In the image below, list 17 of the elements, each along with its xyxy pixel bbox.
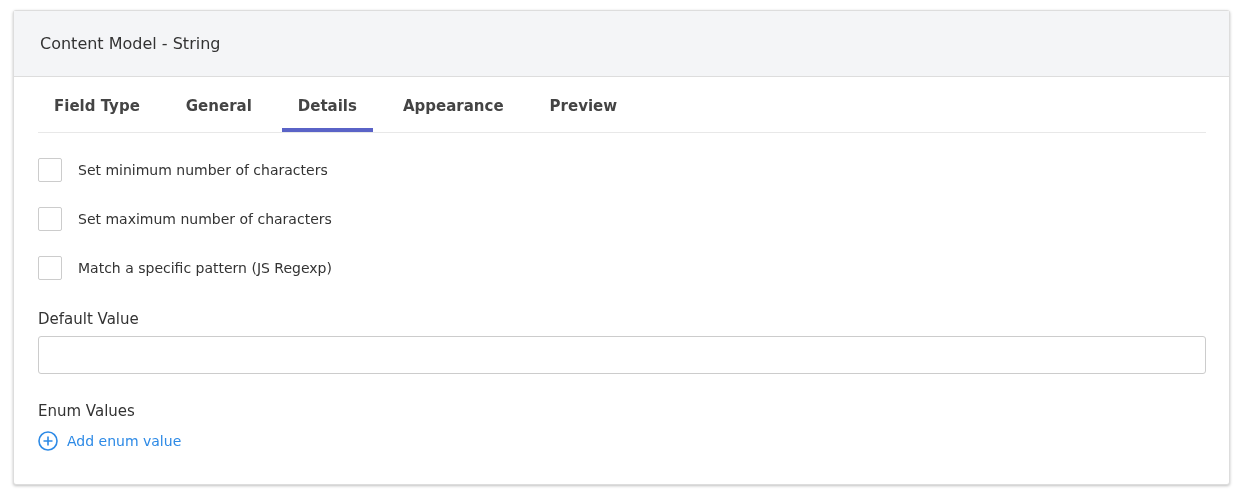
checkbox[interactable] — [38, 158, 62, 182]
section-label: Enum Values — [38, 402, 136, 420]
tab[interactable]: Appearance — [386, 97, 520, 132]
checkbox[interactable] — [38, 256, 62, 280]
field-label: Default Value — [38, 310, 140, 328]
checkbox[interactable] — [38, 207, 62, 231]
checkbox-label: Match a specific pattern (JS Regexp) — [78, 260, 332, 276]
tab[interactable]: Details — [281, 97, 373, 132]
checkbox-label: Set minimum number of characters — [78, 162, 328, 178]
add-link[interactable]: Add enum value — [38, 431, 182, 451]
tab[interactable]: Field Type — [38, 97, 156, 132]
tab[interactable]: General — [169, 97, 268, 132]
checkbox-label: Set maximum number of characters — [78, 211, 332, 227]
plus-circle-icon — [38, 431, 58, 451]
tab[interactable]: Preview — [533, 97, 634, 132]
panel-title: Content Model - String — [40, 34, 221, 53]
input-field[interactable] — [38, 336, 1206, 374]
